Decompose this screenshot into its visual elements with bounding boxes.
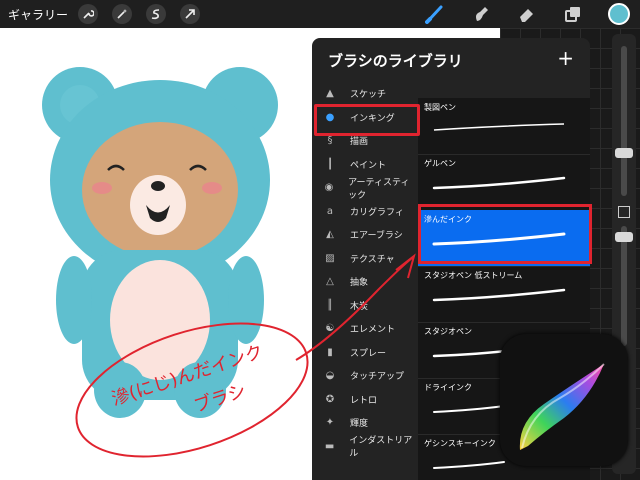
- procreate-app-icon: [500, 334, 628, 466]
